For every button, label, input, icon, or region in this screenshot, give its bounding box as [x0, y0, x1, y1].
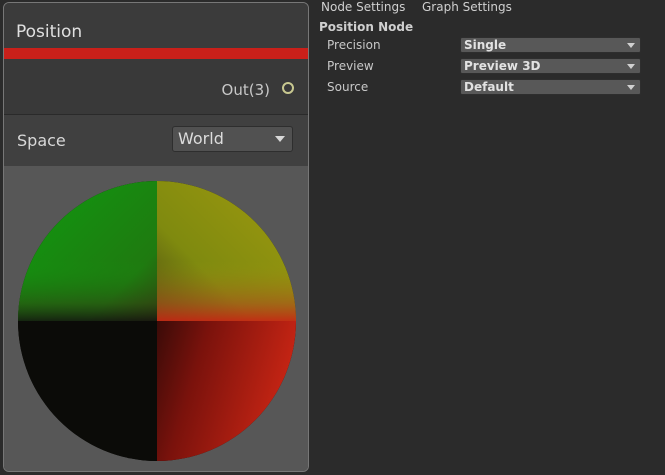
space-row: Space World: [4, 115, 308, 166]
space-dropdown-value: World: [178, 129, 224, 148]
tab-node-settings[interactable]: Node Settings: [321, 0, 405, 16]
output-port-label: Out(3): [221, 81, 270, 99]
space-dropdown[interactable]: World: [172, 126, 293, 152]
output-port-connector[interactable]: [282, 82, 294, 94]
precision-dropdown-value: Single: [464, 38, 507, 52]
chevron-down-icon: [627, 85, 635, 90]
chevron-down-icon: [627, 64, 635, 69]
precision-label: Precision: [327, 38, 381, 52]
preview-dropdown[interactable]: Preview 3D: [460, 58, 641, 74]
source-label: Source: [327, 80, 369, 94]
node-title: Position: [16, 22, 83, 42]
node-header[interactable]: Position: [4, 3, 308, 49]
setting-row-precision: Precision Single: [312, 35, 665, 55]
node-color-bar: [4, 48, 308, 59]
position-node[interactable]: Position Out(3) Space World: [3, 2, 309, 472]
source-dropdown-value: Default: [464, 80, 514, 94]
preview-dropdown-value: Preview 3D: [464, 59, 541, 73]
chevron-down-icon: [275, 136, 285, 142]
setting-row-source: Source Default: [312, 77, 665, 97]
precision-dropdown[interactable]: Single: [460, 37, 641, 53]
space-label: Space: [17, 131, 66, 150]
preview-sphere: [18, 181, 296, 461]
setting-row-preview: Preview Preview 3D: [312, 56, 665, 76]
chevron-down-icon: [627, 43, 635, 48]
preview-label: Preview: [327, 59, 374, 73]
source-dropdown[interactable]: Default: [460, 79, 641, 95]
section-title: Position Node: [319, 20, 414, 34]
shader-graph-view: Position Out(3) Space World Node Setting…: [0, 0, 665, 475]
output-port-row: Out(3): [4, 59, 308, 115]
tab-graph-settings[interactable]: Graph Settings: [422, 0, 512, 16]
node-preview[interactable]: [4, 166, 308, 471]
